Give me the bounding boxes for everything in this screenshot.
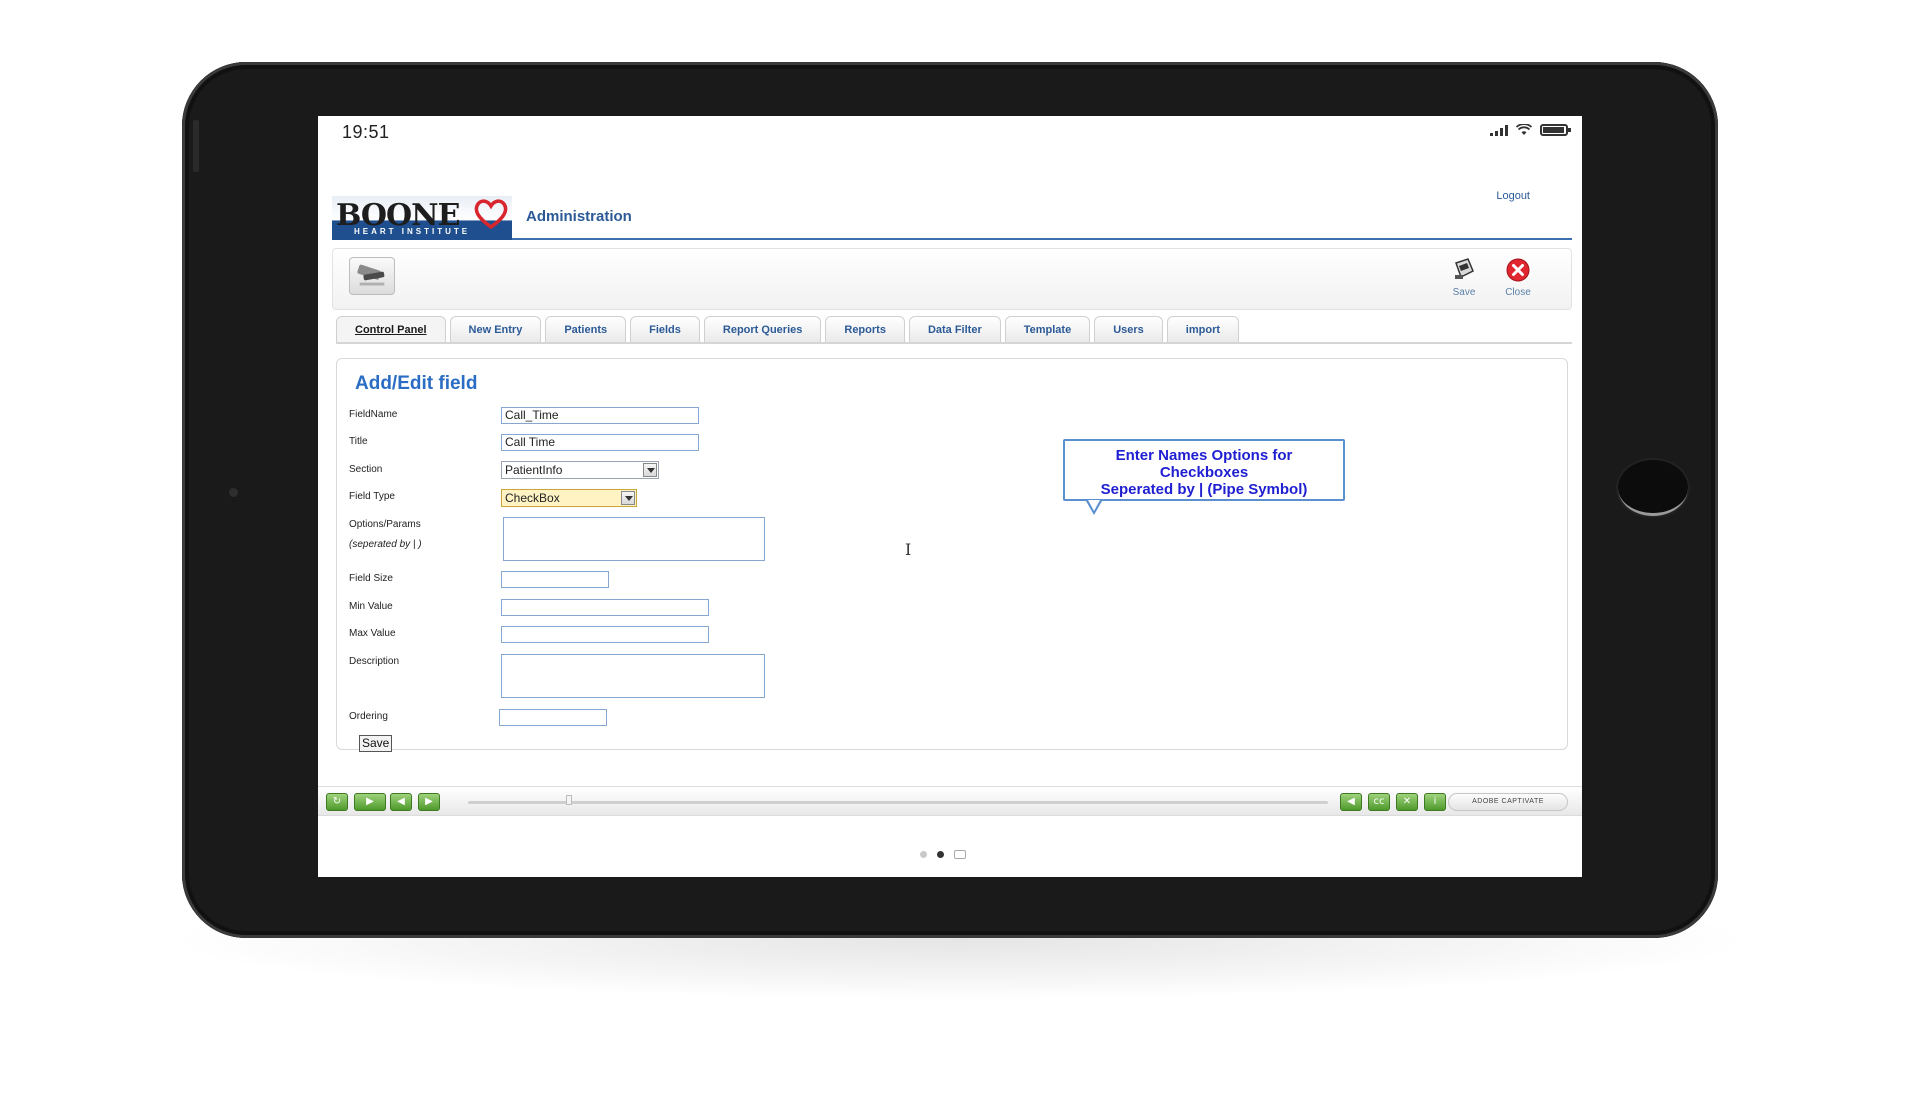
prev-button[interactable]: ◀: [390, 793, 412, 811]
app-header: BOONE HEART INSTITUTE Administration Log…: [332, 190, 1572, 240]
fieldtype-select[interactable]: CheckBox: [501, 489, 637, 507]
rewind-button[interactable]: ↻: [326, 793, 348, 811]
tab-template[interactable]: Template: [1004, 316, 1091, 342]
progress-track[interactable]: [468, 801, 1328, 804]
callout-line-2: Checkboxes: [1159, 464, 1249, 481]
signal-icon: [1490, 124, 1508, 136]
exit-icon: ✕: [1402, 796, 1412, 807]
info-icon: i: [1433, 796, 1437, 807]
callout-line-1: Enter Names Options for: [1115, 447, 1293, 464]
tab-fields[interactable]: Fields: [630, 316, 700, 342]
page-dot-active[interactable]: [937, 851, 944, 858]
tab-report-queries[interactable]: Report Queries: [703, 316, 822, 342]
nav-tabs: Control Panel New Entry Patients Fields …: [336, 316, 1572, 344]
ordering-input[interactable]: [499, 709, 607, 726]
playback-bar: ↻ ▶ ◀ ▶ ◀ cc ✕ i ADOBE CAPTIVATE: [318, 786, 1582, 816]
scene: 19:51 BOONE HEART INSTITUTE Administrati…: [0, 0, 1913, 1108]
minvalue-input[interactable]: [501, 599, 709, 616]
close-tool-button[interactable]: Close: [1493, 257, 1543, 298]
status-icons: [1490, 124, 1571, 136]
play-icon: ▶: [366, 796, 374, 807]
progress-handle[interactable]: [566, 795, 572, 805]
description-textarea[interactable]: [501, 654, 765, 698]
play-button[interactable]: ▶: [354, 793, 386, 811]
chevron-down-icon: [621, 491, 635, 505]
page-title: Administration: [526, 208, 632, 225]
tablet-camera: [229, 488, 238, 497]
fieldname-label: FieldName: [349, 409, 398, 420]
fieldsize-label: Field Size: [349, 573, 393, 584]
section-select-value: PatientInfo: [505, 463, 563, 477]
tab-new-entry[interactable]: New Entry: [449, 316, 542, 342]
section-select[interactable]: PatientInfo: [501, 461, 659, 479]
form-save-button[interactable]: Save: [359, 735, 393, 752]
tablet-screen: 19:51 BOONE HEART INSTITUTE Administrati…: [318, 116, 1582, 877]
status-bar: 19:51: [318, 116, 1582, 148]
description-label: Description: [349, 656, 400, 667]
exit-button[interactable]: ✕: [1396, 793, 1418, 811]
captions-button[interactable]: cc: [1368, 793, 1390, 811]
form-title: Add/Edit field: [355, 373, 478, 394]
fieldtype-label: Field Type: [349, 491, 395, 502]
close-icon: [1506, 258, 1530, 282]
tab-import[interactable]: import: [1166, 316, 1240, 342]
callout-line-3: Seperated by | (Pipe Symbol): [1100, 481, 1308, 498]
status-time: 19:51: [342, 122, 390, 142]
section-label: Section: [349, 464, 383, 475]
volume-button[interactable]: ◀: [1340, 793, 1362, 811]
toolbar: Save Close: [332, 248, 1572, 310]
title-label: Title: [349, 436, 368, 447]
tab-patients[interactable]: Patients: [545, 316, 627, 342]
options-label: Options/Params: [349, 519, 421, 530]
wifi-icon: [1516, 124, 1532, 135]
title-input[interactable]: Call Time: [501, 434, 699, 451]
maxvalue-label: Max Value: [349, 628, 396, 639]
save-icon: [1455, 258, 1474, 279]
close-tool-label: Close: [1505, 287, 1531, 298]
next-icon: ▶: [425, 796, 433, 807]
save-tool-button[interactable]: Save: [1439, 257, 1489, 298]
options-textarea[interactable]: [503, 517, 765, 561]
tab-reports[interactable]: Reports: [825, 316, 905, 342]
logo-subtitle: HEART INSTITUTE: [354, 227, 471, 236]
page-dot[interactable]: [920, 851, 927, 858]
tools-icon: [357, 264, 385, 286]
text-cursor-icon: I: [905, 540, 912, 559]
battery-icon: [1540, 124, 1571, 136]
boone-logo[interactable]: BOONE HEART INSTITUTE: [332, 196, 512, 240]
captions-icon: cc: [1373, 796, 1385, 807]
prev-icon: ◀: [397, 796, 405, 807]
control-panel-tool-button[interactable]: [349, 257, 395, 295]
maxvalue-input[interactable]: [501, 626, 709, 643]
tablet-home-button[interactable]: [1618, 460, 1688, 516]
save-tool-label: Save: [1452, 287, 1476, 298]
camera-icon[interactable]: [954, 850, 966, 859]
ordering-label: Ordering: [349, 711, 388, 722]
tab-users[interactable]: Users: [1094, 316, 1163, 342]
rewind-icon: ↻: [332, 796, 342, 807]
volume-icon: ◀: [1347, 796, 1355, 807]
chevron-down-icon: [643, 463, 657, 477]
hint-callout: Enter Names Options for Checkboxes Seper…: [1063, 439, 1345, 501]
info-button[interactable]: i: [1424, 793, 1446, 811]
add-edit-field-panel: Add/Edit field FieldName Call_Time Title…: [336, 358, 1568, 752]
fieldname-input[interactable]: Call_Time: [501, 407, 699, 424]
tab-data-filter[interactable]: Data Filter: [908, 316, 1001, 342]
next-button[interactable]: ▶: [418, 793, 440, 811]
logout-link[interactable]: Logout: [1496, 190, 1530, 202]
options-hint: (seperated by | ): [349, 539, 422, 550]
tab-control-panel[interactable]: Control Panel: [336, 316, 446, 342]
page-indicator: [920, 850, 966, 859]
callout-tail-inner: [1088, 500, 1100, 511]
tablet-side-button: [193, 120, 199, 172]
fieldsize-input[interactable]: [501, 571, 609, 588]
fieldtype-select-value: CheckBox: [505, 491, 560, 505]
minvalue-label: Min Value: [349, 601, 393, 612]
captivate-brand: ADOBE CAPTIVATE: [1448, 793, 1568, 811]
heart-icon: [474, 199, 508, 230]
